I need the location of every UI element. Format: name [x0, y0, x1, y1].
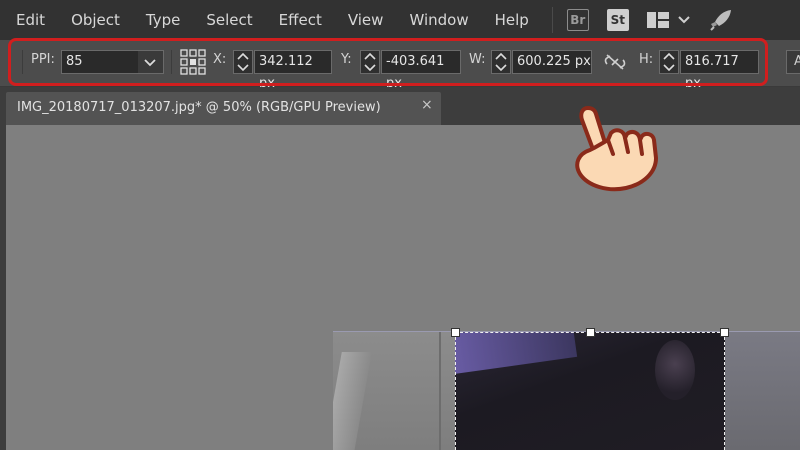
x-stepper[interactable] [233, 50, 253, 74]
rocket-icon[interactable] [709, 8, 733, 32]
y-stepper[interactable] [360, 50, 380, 74]
x-label: X: [213, 52, 227, 67]
image-divider [439, 332, 441, 450]
reference-point-icon [180, 49, 206, 75]
workspace-switcher[interactable] [646, 12, 691, 28]
resize-handle-top-center[interactable] [586, 328, 595, 337]
ppi-dropdown[interactable] [138, 50, 164, 74]
resize-handle-top-left[interactable] [451, 328, 460, 337]
pointing-hand-icon [575, 106, 658, 192]
close-tab-button[interactable]: × [421, 97, 433, 113]
stepper-arrows-icon [495, 52, 507, 72]
h-stepper[interactable] [659, 50, 679, 74]
menu-view[interactable]: View [348, 11, 384, 29]
chevron-down-icon [144, 59, 156, 67]
h-field[interactable]: 816.717 px [680, 50, 759, 91]
image-right-region [725, 332, 800, 450]
menu-window[interactable]: Window [409, 11, 468, 29]
bridge-button[interactable]: Br [566, 9, 589, 31]
y-label: Y: [341, 52, 352, 67]
menu-separator [551, 7, 553, 33]
ppi-label: PPI: [31, 52, 55, 67]
reference-point-button[interactable] [179, 48, 207, 80]
selection-bounding-box[interactable] [455, 332, 725, 450]
menu-edit[interactable]: Edit [16, 11, 45, 29]
x-field[interactable]: 342.112 px [254, 50, 332, 91]
menu-object[interactable]: Object [71, 11, 120, 29]
menu-bar: Edit Object Type Select Effect View Wind… [0, 0, 800, 40]
menu-select[interactable]: Select [206, 11, 252, 29]
constrain-proportions-button[interactable] [604, 52, 626, 76]
chevron-down-icon [678, 16, 690, 24]
menu-effect[interactable]: Effect [279, 11, 322, 29]
menu-type[interactable]: Type [146, 11, 180, 29]
workspace-grid-icon [646, 12, 669, 28]
separator [171, 50, 172, 74]
image-left-region [333, 332, 455, 450]
resize-handle-top-right[interactable] [720, 328, 729, 337]
h-label: H: [639, 52, 654, 67]
y-field[interactable]: -403.641 px [381, 50, 461, 91]
w-stepper[interactable] [491, 50, 511, 74]
stepper-arrows-icon [663, 52, 675, 72]
ppi-field[interactable]: 85 [61, 50, 139, 74]
menu-help[interactable]: Help [495, 11, 529, 29]
align-button[interactable]: A [786, 50, 800, 74]
unlink-icon [604, 54, 626, 70]
w-label: W: [469, 52, 486, 67]
stock-button[interactable]: St [606, 9, 629, 31]
document-tab-title: IMG_20180717_013207.jpg* @ 50% (RGB/GPU … [17, 100, 381, 115]
light-streak [333, 352, 372, 450]
w-field[interactable]: 600.225 px [512, 50, 592, 74]
stepper-arrows-icon [364, 52, 376, 72]
grip-separator [22, 50, 23, 74]
stepper-arrows-icon [237, 52, 249, 72]
